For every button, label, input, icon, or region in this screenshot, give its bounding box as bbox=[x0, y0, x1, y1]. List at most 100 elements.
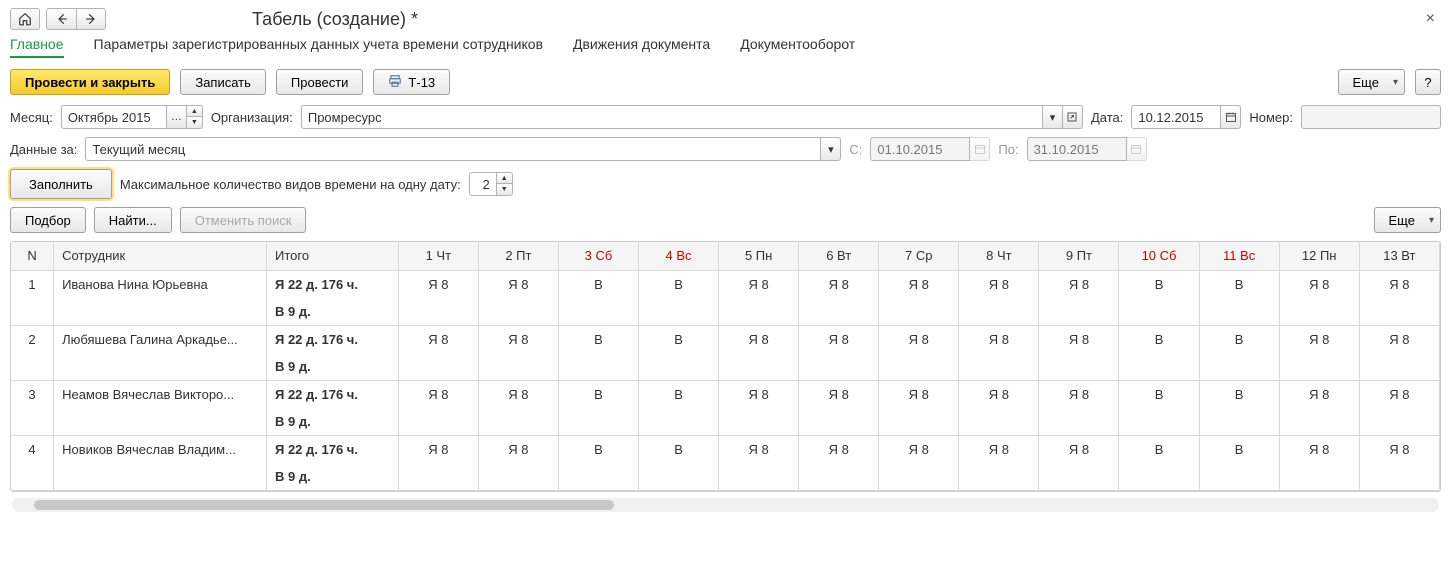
employee-name[interactable]: Неамов Вячеслав Викторо... bbox=[54, 380, 267, 408]
table-row-sub[interactable]: ..В 9 д.............. bbox=[11, 353, 1440, 381]
day-cell[interactable]: Я 8 bbox=[398, 380, 478, 408]
tab-movements[interactable]: Движения документа bbox=[573, 36, 710, 58]
day-cell[interactable]: Я 8 bbox=[398, 325, 478, 353]
month-down-button[interactable]: ▼ bbox=[187, 117, 203, 129]
day-cell[interactable]: Я 8 bbox=[719, 270, 799, 298]
col-day-8[interactable]: 8 Чт bbox=[959, 242, 1039, 270]
day-cell[interactable]: Я 8 bbox=[719, 380, 799, 408]
day-cell[interactable]: Я 8 bbox=[478, 270, 558, 298]
day-cell[interactable]: В bbox=[639, 435, 719, 463]
month-ellipsis-button[interactable]: … bbox=[167, 105, 187, 129]
date-input[interactable]: 10.12.2015 bbox=[1131, 105, 1221, 129]
more-button[interactable]: Еще bbox=[1338, 69, 1405, 95]
day-cell[interactable]: Я 8 bbox=[799, 435, 879, 463]
day-cell[interactable]: Я 8 bbox=[1279, 270, 1359, 298]
day-cell[interactable]: В bbox=[1199, 380, 1279, 408]
max-kinds-down-button[interactable]: ▼ bbox=[497, 184, 513, 196]
day-cell[interactable]: Я 8 bbox=[959, 270, 1039, 298]
day-cell[interactable]: Я 8 bbox=[1039, 270, 1119, 298]
day-cell[interactable]: В bbox=[639, 270, 719, 298]
day-cell[interactable]: Я 8 bbox=[719, 435, 799, 463]
day-cell[interactable]: Я 8 bbox=[478, 380, 558, 408]
date-calendar-button[interactable] bbox=[1221, 105, 1241, 129]
day-cell[interactable]: Я 8 bbox=[799, 380, 879, 408]
employee-name[interactable]: Новиков Вячеслав Владим... bbox=[54, 435, 267, 463]
data-for-input[interactable]: Текущий месяц bbox=[85, 137, 821, 161]
fill-button[interactable]: Заполнить bbox=[10, 169, 112, 199]
col-day-10[interactable]: 10 Сб bbox=[1119, 242, 1199, 270]
day-cell[interactable]: Я 8 bbox=[478, 325, 558, 353]
org-dropdown-button[interactable]: ▾ bbox=[1043, 105, 1063, 129]
day-cell[interactable]: В bbox=[639, 325, 719, 353]
horizontal-scrollbar[interactable] bbox=[12, 498, 1439, 512]
day-cell[interactable]: Я 8 bbox=[879, 325, 959, 353]
day-cell[interactable]: В bbox=[1199, 325, 1279, 353]
max-kinds-input[interactable]: 2 bbox=[469, 172, 497, 196]
day-cell[interactable]: Я 8 bbox=[1359, 270, 1439, 298]
col-total[interactable]: Итого bbox=[266, 242, 398, 270]
col-day-5[interactable]: 5 Пн bbox=[719, 242, 799, 270]
help-button[interactable]: ? bbox=[1415, 69, 1441, 95]
table-row-sub[interactable]: ..В 9 д.............. bbox=[11, 298, 1440, 326]
table-row-sub[interactable]: ..В 9 д.............. bbox=[11, 463, 1440, 491]
tab-docflow[interactable]: Документооборот bbox=[740, 36, 855, 58]
table-row[interactable]: 4Новиков Вячеслав Владим...Я 22 д. 176 ч… bbox=[11, 435, 1440, 463]
forward-button[interactable] bbox=[76, 8, 106, 30]
home-button[interactable] bbox=[10, 8, 40, 30]
day-cell[interactable]: Я 8 bbox=[799, 325, 879, 353]
day-cell[interactable]: Я 8 bbox=[719, 325, 799, 353]
day-cell[interactable]: В bbox=[558, 435, 638, 463]
col-day-12[interactable]: 12 Пн bbox=[1279, 242, 1359, 270]
day-cell[interactable]: Я 8 bbox=[478, 435, 558, 463]
day-cell[interactable]: Я 8 bbox=[959, 325, 1039, 353]
day-cell[interactable]: В bbox=[1199, 270, 1279, 298]
t13-button[interactable]: Т-13 bbox=[373, 69, 450, 95]
day-cell[interactable]: Я 8 bbox=[1039, 325, 1119, 353]
day-cell[interactable]: Я 8 bbox=[959, 435, 1039, 463]
tab-main[interactable]: Главное bbox=[10, 36, 64, 58]
day-cell[interactable]: Я 8 bbox=[879, 435, 959, 463]
day-cell[interactable]: В bbox=[1119, 325, 1199, 353]
month-input[interactable]: Октябрь 2015 bbox=[61, 105, 167, 129]
day-cell[interactable]: Я 8 bbox=[959, 380, 1039, 408]
col-employee[interactable]: Сотрудник bbox=[54, 242, 267, 270]
org-open-button[interactable] bbox=[1063, 105, 1083, 129]
day-cell[interactable]: В bbox=[639, 380, 719, 408]
day-cell[interactable]: Я 8 bbox=[799, 270, 879, 298]
day-cell[interactable]: Я 8 bbox=[398, 270, 478, 298]
day-cell[interactable]: В bbox=[558, 325, 638, 353]
table-row-sub[interactable]: ..В 9 д.............. bbox=[11, 408, 1440, 436]
day-cell[interactable]: Я 8 bbox=[1359, 325, 1439, 353]
day-cell[interactable]: Я 8 bbox=[1039, 435, 1119, 463]
day-cell[interactable]: В bbox=[1119, 380, 1199, 408]
day-cell[interactable]: Я 8 bbox=[879, 380, 959, 408]
employee-name[interactable]: Любяшева Галина Аркадье... bbox=[54, 325, 267, 353]
day-cell[interactable]: Я 8 bbox=[1279, 325, 1359, 353]
day-cell[interactable]: Я 8 bbox=[1359, 380, 1439, 408]
employee-name[interactable]: Иванова Нина Юрьевна bbox=[54, 270, 267, 298]
day-cell[interactable]: В bbox=[1199, 435, 1279, 463]
scrollbar-thumb[interactable] bbox=[34, 500, 614, 510]
day-cell[interactable]: Я 8 bbox=[398, 435, 478, 463]
table-row[interactable]: 3Неамов Вячеслав Викторо...Я 22 д. 176 ч… bbox=[11, 380, 1440, 408]
close-button[interactable]: × bbox=[1420, 10, 1441, 28]
col-day-1[interactable]: 1 Чт bbox=[398, 242, 478, 270]
col-day-2[interactable]: 2 Пт bbox=[478, 242, 558, 270]
table-row[interactable]: 2Любяшева Галина Аркадье...Я 22 д. 176 ч… bbox=[11, 325, 1440, 353]
day-cell[interactable]: Я 8 bbox=[1279, 380, 1359, 408]
org-input[interactable]: Промресурс bbox=[301, 105, 1043, 129]
col-day-3[interactable]: 3 Сб bbox=[558, 242, 638, 270]
day-cell[interactable]: Я 8 bbox=[1359, 435, 1439, 463]
col-day-9[interactable]: 9 Пт bbox=[1039, 242, 1119, 270]
back-button[interactable] bbox=[46, 8, 76, 30]
find-button[interactable]: Найти... bbox=[94, 207, 172, 233]
post-button[interactable]: Провести bbox=[276, 69, 364, 95]
tab-params[interactable]: Параметры зарегистрированных данных учет… bbox=[94, 36, 544, 58]
col-day-7[interactable]: 7 Ср bbox=[879, 242, 959, 270]
save-button[interactable]: Записать bbox=[180, 69, 266, 95]
col-day-6[interactable]: 6 Вт bbox=[799, 242, 879, 270]
table-row[interactable]: 1Иванова Нина ЮрьевнаЯ 22 д. 176 ч.Я 8Я … bbox=[11, 270, 1440, 298]
table-more-button[interactable]: Еще bbox=[1374, 207, 1441, 233]
pick-button[interactable]: Подбор bbox=[10, 207, 86, 233]
data-for-dropdown-button[interactable]: ▾ bbox=[821, 137, 841, 161]
